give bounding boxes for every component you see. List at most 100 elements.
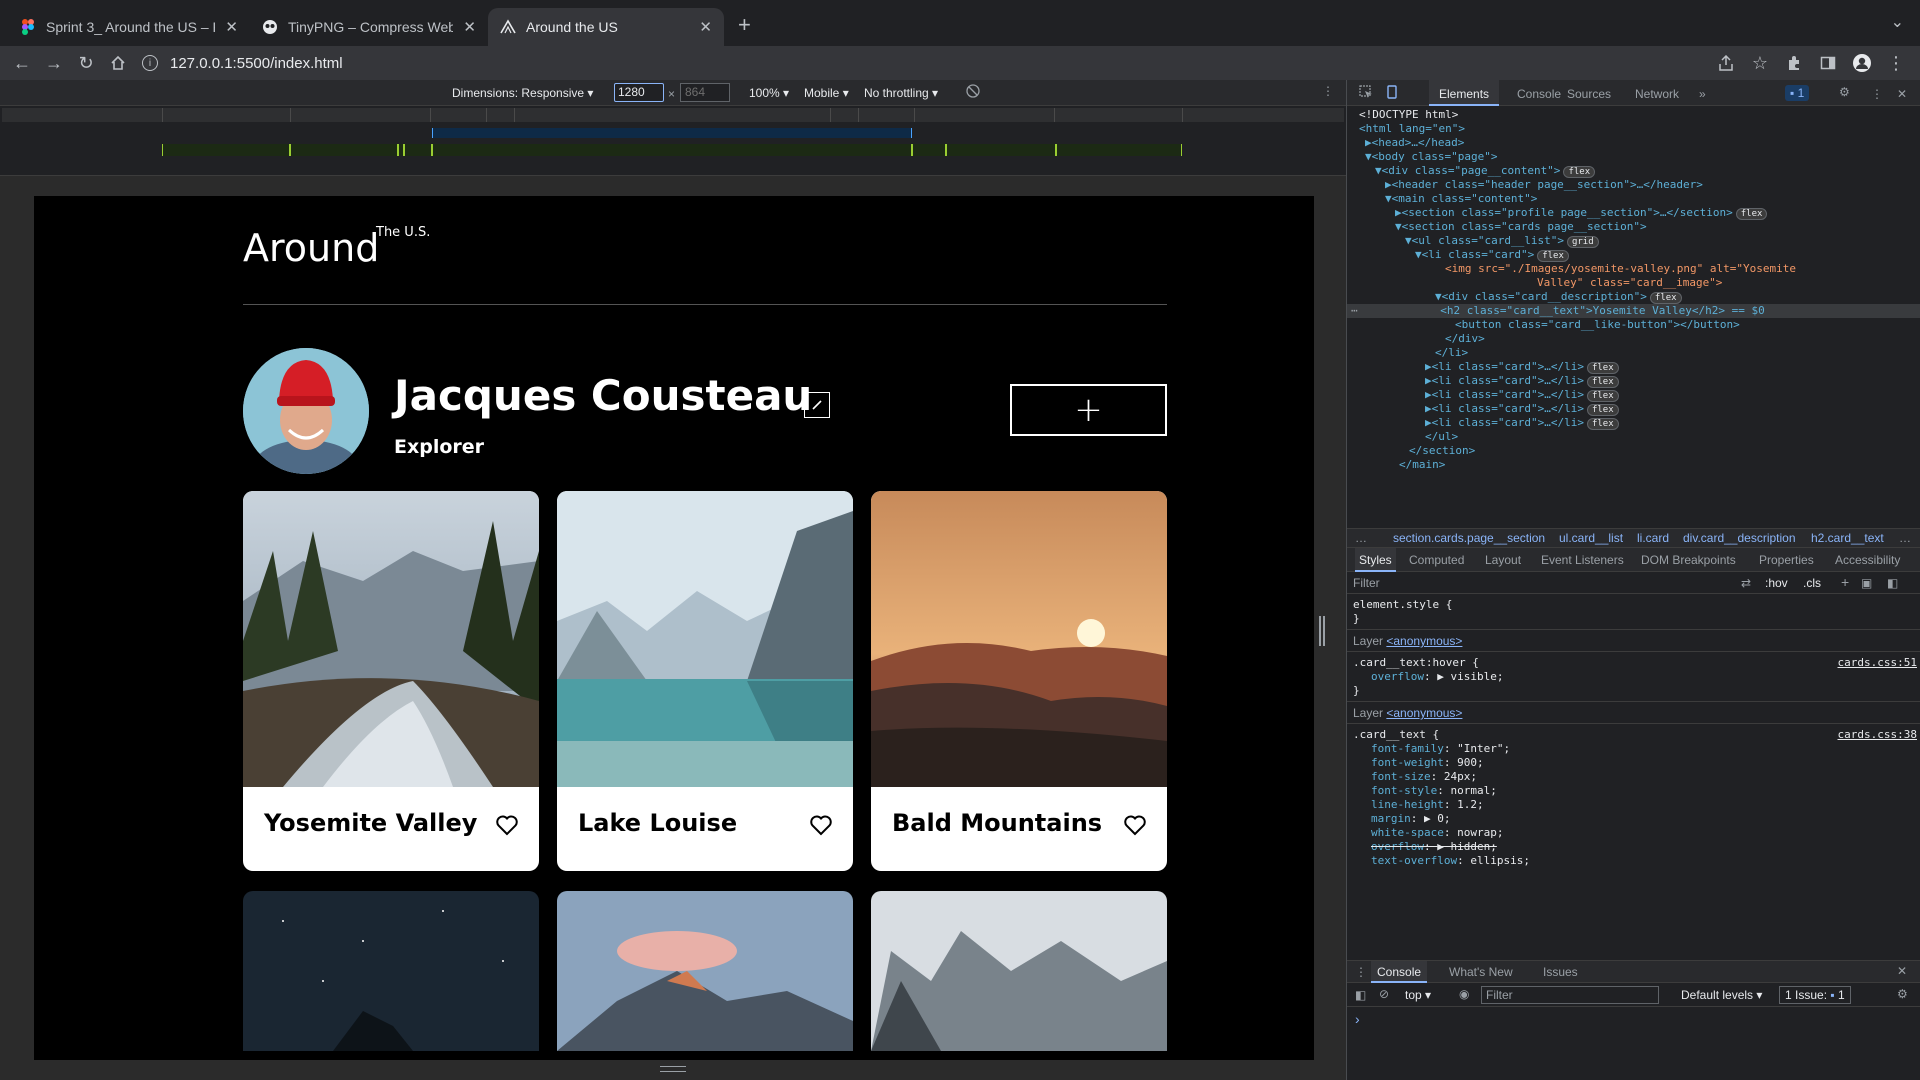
dom-node-line[interactable]: ▼<div class="page__content"> flex	[1375, 164, 1596, 178]
layout-badge[interactable]: flex	[1735, 208, 1768, 220]
dom-node-line[interactable]: ▶<head>…</head>	[1365, 136, 1464, 150]
css-declaration[interactable]: font-style: normal;	[1371, 784, 1497, 798]
console-filter-input[interactable]: Filter	[1481, 986, 1659, 1004]
close-drawer-icon[interactable]: ✕	[1897, 964, 1907, 978]
card-image[interactable]	[871, 491, 1167, 787]
site-logo[interactable]: Around	[243, 226, 379, 270]
layout-badge[interactable]: flex	[1563, 166, 1596, 178]
dom-node-line[interactable]: <img src="./Images/yosemite-valley.png" …	[1445, 262, 1796, 276]
add-card-button[interactable]: +	[1010, 384, 1167, 436]
dom-node-line[interactable]: </section>	[1409, 444, 1475, 458]
rotate-disabled-icon[interactable]	[966, 84, 980, 101]
dom-node-line[interactable]: <html lang="en">	[1359, 122, 1465, 136]
dom-node-line[interactable]: </div>	[1445, 332, 1485, 346]
new-rule-icon[interactable]: +	[1841, 574, 1849, 590]
paint-icon[interactable]: ▣	[1861, 576, 1872, 590]
layer-link[interactable]: <anonymous>	[1386, 634, 1462, 648]
dom-node-line[interactable]: ▼<section class="cards page__section">	[1395, 220, 1647, 234]
cls-toggle[interactable]: .cls	[1803, 576, 1821, 590]
height-input[interactable]: 864	[680, 83, 730, 102]
inspect-element-icon[interactable]	[1359, 85, 1373, 102]
card-partial[interactable]	[557, 891, 853, 1051]
device-toolbar-more-icon[interactable]: ⋮	[1322, 84, 1334, 98]
zoom-dropdown[interactable]: 100% ▾	[749, 86, 789, 100]
dom-node-line[interactable]: ▼<div class="card__description"> flex	[1435, 290, 1682, 304]
dom-node-line[interactable]: ▼<li class="card"> flex	[1415, 248, 1569, 262]
dom-node-line[interactable]: ▶<li class="card">…</li> flex	[1425, 388, 1619, 402]
share-icon[interactable]	[1710, 47, 1742, 79]
css-declaration-overridden[interactable]: overflow: ▶ hidden;	[1371, 840, 1497, 854]
edit-profile-button[interactable]	[804, 392, 830, 418]
layout-badge[interactable]: flex	[1586, 362, 1619, 374]
drawer-menu-icon[interactable]: ⋮	[1355, 965, 1367, 979]
device-type-dropdown[interactable]: Mobile ▾	[804, 86, 849, 100]
layout-badge[interactable]: flex	[1586, 390, 1619, 402]
css-declaration[interactable]: text-overflow: ellipsis;	[1371, 854, 1530, 868]
dom-node-line[interactable]: <!DOCTYPE html>	[1359, 108, 1458, 122]
tab-search-icon[interactable]: ⌄	[1891, 12, 1904, 32]
layer-link[interactable]: <anonymous>	[1386, 706, 1462, 720]
log-levels-dropdown[interactable]: Default levels ▾	[1681, 988, 1762, 1002]
more-tabs-icon[interactable]: »	[1699, 87, 1706, 101]
styles-filter-input[interactable]: Filter	[1353, 576, 1663, 590]
more-menu-icon[interactable]: ⋮	[1880, 47, 1912, 79]
css-declaration[interactable]: font-family: "Inter";	[1371, 742, 1510, 756]
dom-node-line[interactable]: ▶<section class="profile page__section">…	[1395, 206, 1768, 220]
rule-selector[interactable]: .card__text:hover {	[1353, 656, 1479, 670]
breadcrumb-item[interactable]: div.card__description	[1683, 531, 1796, 545]
media-query-range[interactable]	[432, 128, 912, 138]
address-bar[interactable]: i 127.0.0.1:5500/index.html	[142, 49, 1722, 77]
dom-node-line[interactable]: </main>	[1399, 458, 1445, 472]
bookmark-star-icon[interactable]: ☆	[1744, 47, 1776, 79]
dom-node-line[interactable]: ▶<li class="card">…</li> flex	[1425, 402, 1619, 416]
like-heart-icon[interactable]	[495, 813, 519, 837]
card-partial[interactable]	[871, 891, 1167, 1051]
like-heart-icon[interactable]	[1123, 813, 1147, 837]
tab-elements[interactable]: Elements	[1429, 80, 1500, 106]
dom-node-selected[interactable]: ⋯ <h2 class="card__text">Yosemite Valley…	[1347, 304, 1920, 318]
width-input[interactable]: 1280	[614, 83, 664, 102]
close-icon[interactable]: ✕	[699, 18, 712, 36]
layout-badge[interactable]: flex	[1537, 250, 1569, 262]
profile-avatar-icon[interactable]	[1846, 47, 1878, 79]
hov-toggle[interactable]: :hov	[1765, 576, 1788, 590]
layout-badge[interactable]: flex	[1649, 292, 1682, 304]
console-sidebar-icon[interactable]: ◧	[1355, 988, 1366, 1002]
css-declaration[interactable]: font-weight: 900;	[1371, 756, 1484, 770]
like-heart-icon[interactable]	[809, 813, 833, 837]
dom-node-line[interactable]: ▶<li class="card">…</li> flex	[1425, 416, 1619, 430]
rule-source-link[interactable]: cards.css:38	[1838, 728, 1917, 742]
breadcrumb-more[interactable]: …	[1899, 531, 1911, 545]
layout-badge[interactable]: flex	[1586, 376, 1619, 388]
layout-badge[interactable]: grid	[1566, 236, 1599, 248]
tab-figma[interactable]: Sprint 3_ Around the US – Figma ✕	[8, 8, 250, 46]
close-devtools-icon[interactable]: ✕	[1897, 87, 1907, 101]
dom-node-line[interactable]: ▼<body class="page">	[1365, 150, 1497, 164]
console-prompt[interactable]: ›	[1355, 1011, 1360, 1027]
reload-icon[interactable]: ↻	[70, 47, 102, 79]
breadcrumb-item[interactable]: h2.card__text	[1811, 531, 1884, 545]
info-icon[interactable]: i	[142, 55, 158, 71]
tab-console[interactable]: Console	[1517, 87, 1561, 101]
viewport-resize-handle[interactable]	[1318, 616, 1326, 646]
new-tab-button[interactable]: +	[738, 12, 751, 38]
home-icon[interactable]	[102, 47, 134, 79]
subtab-computed[interactable]: Computed	[1409, 553, 1464, 567]
color-format-icon[interactable]: ⇄	[1741, 576, 1751, 590]
drawer-tab-whats-new[interactable]: What's New	[1449, 965, 1513, 979]
back-icon[interactable]: ←	[6, 47, 38, 79]
css-declaration[interactable]: margin: ▶ 0;	[1371, 812, 1451, 826]
dimensions-dropdown[interactable]: Dimensions: Responsive ▾	[452, 86, 593, 100]
dom-node-line[interactable]: </li>	[1435, 346, 1468, 360]
context-selector[interactable]: top ▾	[1405, 988, 1431, 1002]
breadcrumb-more[interactable]: …	[1355, 531, 1367, 545]
clear-console-icon[interactable]: ⊘	[1379, 987, 1389, 1001]
sidebar-toggle-icon[interactable]: ◧	[1887, 576, 1898, 590]
breadcrumb-item[interactable]: ul.card__list	[1559, 531, 1623, 545]
layout-badge[interactable]: flex	[1586, 418, 1619, 430]
extensions-icon[interactable]	[1778, 47, 1810, 79]
forward-icon[interactable]: →	[38, 47, 70, 79]
card-image[interactable]	[557, 491, 853, 787]
tab-around-the-us[interactable]: Around the US ✕	[488, 8, 724, 46]
dom-node-line[interactable]: ▶<li class="card">…</li> flex	[1425, 374, 1619, 388]
